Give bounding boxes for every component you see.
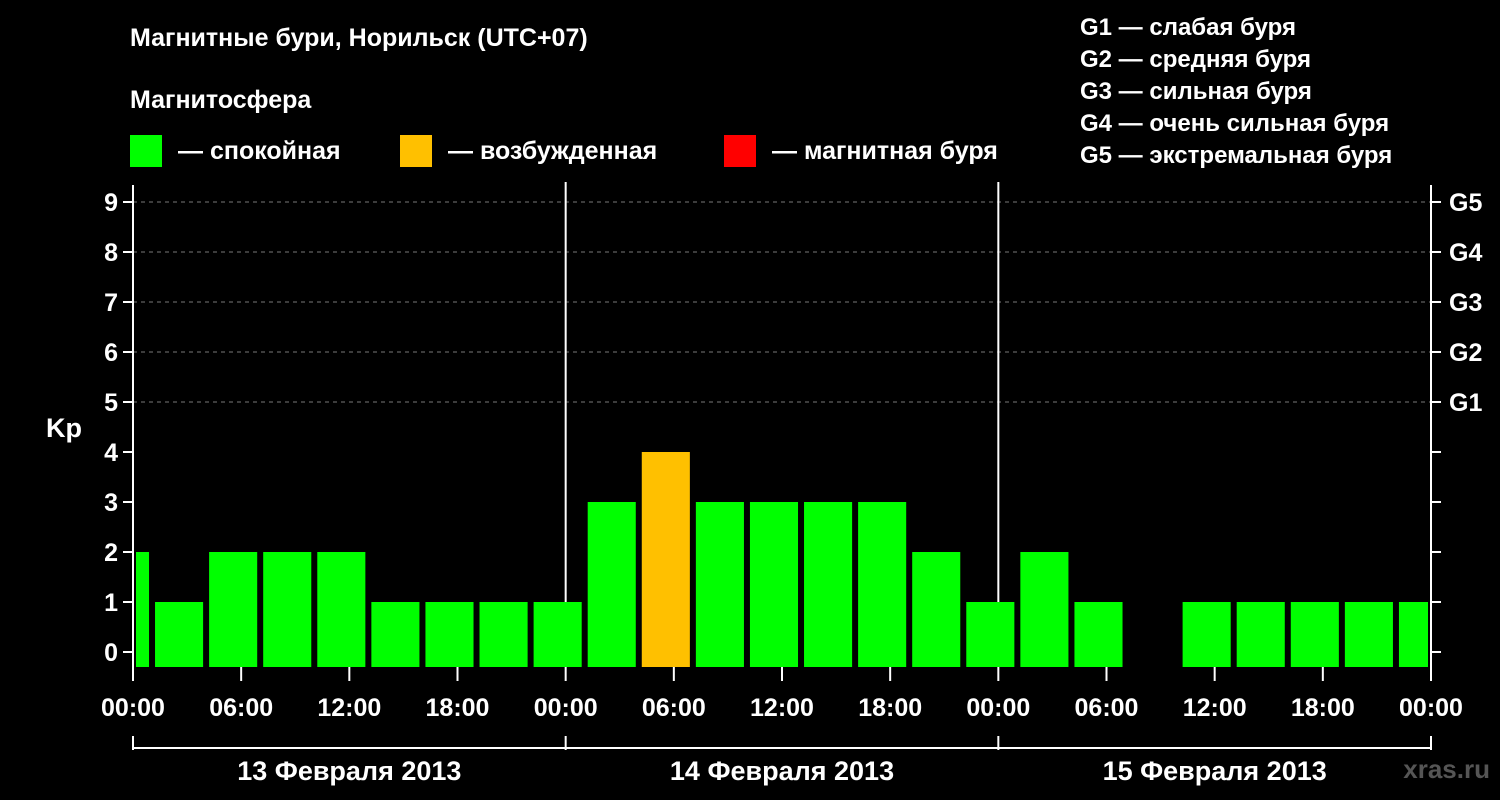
kp-bar [371, 602, 420, 667]
kp-bar [587, 502, 636, 667]
y-tick-label: 5 [104, 389, 118, 417]
kp-bar [533, 602, 582, 667]
kp-bar [966, 602, 1015, 667]
y-axis-label: Kp [46, 413, 82, 443]
x-tick-label: 12:00 [317, 694, 381, 722]
x-tick-label: 18:00 [858, 694, 922, 722]
y-tick-label: 0 [104, 639, 118, 667]
kp-bar [1020, 552, 1069, 667]
kp-bar [912, 552, 961, 667]
y-tick-label: 9 [104, 189, 118, 217]
x-tick-label: 06:00 [209, 694, 273, 722]
x-tick-label: 18:00 [1291, 694, 1355, 722]
kp-bar [425, 602, 474, 667]
day-label: 15 Февраля 2013 [1103, 756, 1327, 786]
watermark: xras.ru [1403, 754, 1490, 784]
x-tick-label: 18:00 [426, 694, 490, 722]
kp-bar [1074, 602, 1123, 667]
y-tick-label: 1 [104, 589, 118, 617]
x-tick-label: 06:00 [1075, 694, 1139, 722]
x-tick-label: 12:00 [750, 694, 814, 722]
kp-bar [641, 452, 690, 667]
kp-bar [155, 602, 204, 667]
kp-bar [804, 502, 853, 667]
kp-bar [1290, 602, 1339, 667]
kp-bar [263, 552, 312, 667]
kp-bar [1182, 602, 1231, 667]
kp-bar [209, 552, 258, 667]
y-tick-label: 7 [104, 289, 118, 317]
x-tick-label: 00:00 [534, 694, 598, 722]
y-tick-label: 2 [104, 539, 118, 567]
kp-bar [1344, 602, 1393, 667]
y-tick-label: 3 [104, 489, 118, 517]
kp-bar [479, 602, 528, 667]
kp-bar [695, 502, 744, 667]
g-level-tick-label: G1 [1449, 389, 1482, 417]
kp-bar [317, 552, 366, 667]
kp-bar [1236, 602, 1285, 667]
x-tick-label: 12:00 [1183, 694, 1247, 722]
day-label: 14 Февраля 2013 [670, 756, 894, 786]
g-level-tick-label: G3 [1449, 289, 1482, 317]
g-level-tick-label: G4 [1449, 239, 1482, 267]
x-tick-label: 00:00 [1399, 694, 1463, 722]
x-tick-label: 00:00 [966, 694, 1030, 722]
y-tick-label: 8 [104, 239, 118, 267]
g-level-tick-label: G2 [1449, 339, 1482, 367]
kp-bar [749, 502, 799, 667]
g-level-tick-label: G5 [1449, 189, 1482, 217]
kp-bar [858, 502, 907, 667]
kp-chart: 0 1 2 3 4 5 6 7 8 9 G1 G2 G3 G4 G5 Kp 00:00 06:00 12:00 18:… [46, 182, 1482, 786]
kp-bar [136, 552, 150, 667]
x-tick-label: 00:00 [101, 694, 165, 722]
y-tick-label: 4 [104, 439, 118, 467]
x-tick-label: 06:00 [642, 694, 706, 722]
kp-bar [1398, 602, 1428, 667]
y-tick-label: 6 [104, 339, 118, 367]
day-label: 13 Февраля 2013 [237, 756, 461, 786]
